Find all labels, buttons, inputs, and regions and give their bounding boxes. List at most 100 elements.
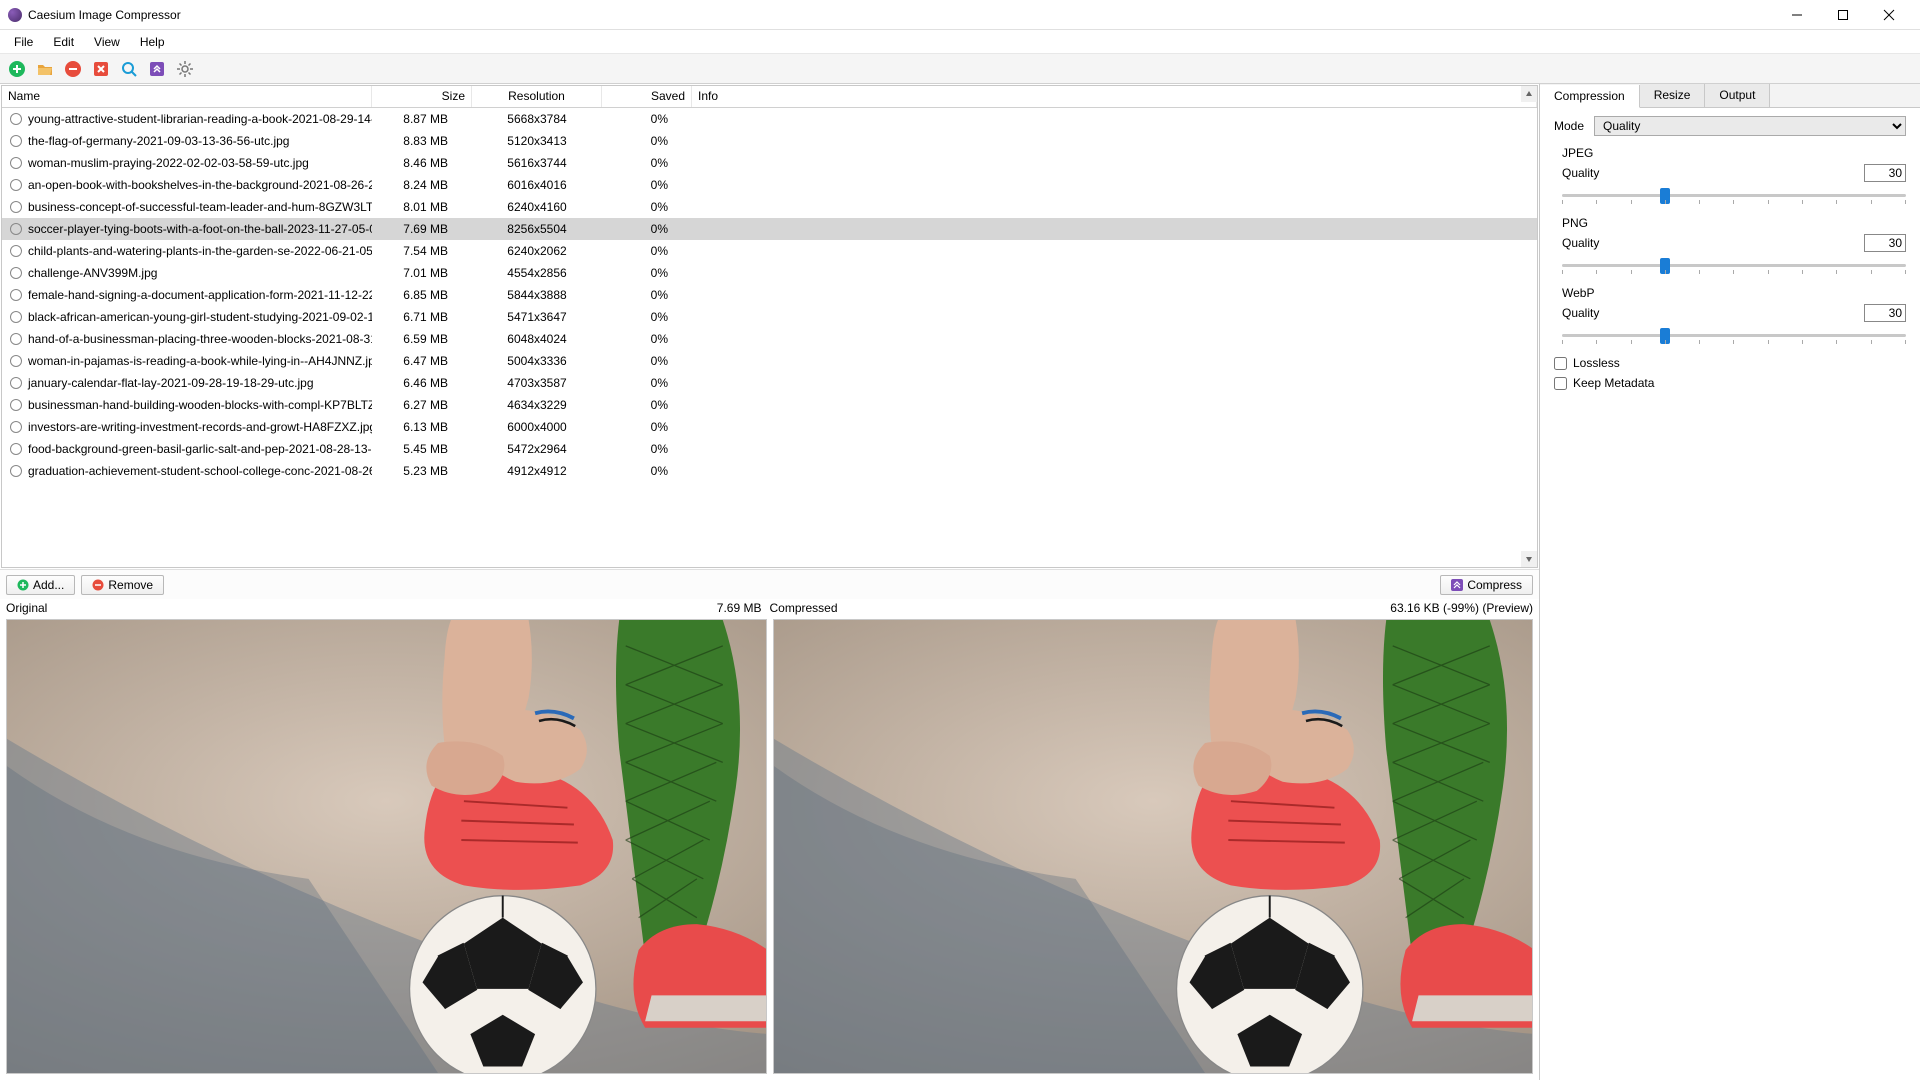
webp-quality-slider[interactable] (1562, 328, 1906, 346)
table-row[interactable]: the-flag-of-germany-2021-09-03-13-36-56-… (2, 130, 1537, 152)
table-row[interactable]: black-african-american-young-girl-studen… (2, 306, 1537, 328)
file-saved: 0% (602, 134, 692, 148)
menu-view[interactable]: View (84, 32, 130, 52)
table-row[interactable]: food-background-green-basil-garlic-salt-… (2, 438, 1537, 460)
compress-icon[interactable] (146, 58, 168, 80)
table-row[interactable]: woman-in-pajamas-is-reading-a-book-while… (2, 350, 1537, 372)
clear-icon[interactable] (90, 58, 112, 80)
file-size: 8.87 MB (372, 112, 472, 126)
webp-quality-input[interactable] (1864, 304, 1906, 322)
png-label: PNG (1562, 216, 1906, 230)
png-quality-label: Quality (1562, 236, 1608, 250)
file-resolution: 5616x3744 (472, 156, 602, 170)
jpeg-quality-input[interactable] (1864, 164, 1906, 182)
menu-help[interactable]: Help (130, 32, 175, 52)
settings-icon[interactable] (174, 58, 196, 80)
table-row[interactable]: businessman-hand-building-wooden-blocks-… (2, 394, 1537, 416)
file-resolution: 6240x4160 (472, 200, 602, 214)
file-saved: 0% (602, 398, 692, 412)
table-row[interactable]: hand-of-a-businessman-placing-three-wood… (2, 328, 1537, 350)
compress-button[interactable]: Compress (1440, 575, 1533, 595)
column-size[interactable]: Size (372, 86, 472, 107)
file-saved: 0% (602, 354, 692, 368)
tab-output[interactable]: Output (1705, 84, 1770, 107)
column-saved[interactable]: Saved (602, 86, 692, 107)
png-quality-slider[interactable] (1562, 258, 1906, 276)
file-table: Name Size Resolution Saved Info young-at… (2, 86, 1537, 567)
table-row[interactable]: business-concept-of-successful-team-lead… (2, 196, 1537, 218)
menu-edit[interactable]: Edit (43, 32, 84, 52)
preview-icon[interactable] (118, 58, 140, 80)
status-icon (10, 223, 22, 235)
status-icon (10, 289, 22, 301)
webp-quality-label: Quality (1562, 306, 1608, 320)
file-saved: 0% (602, 442, 692, 456)
table-row[interactable]: an-open-book-with-bookshelves-in-the-bac… (2, 174, 1537, 196)
original-preview[interactable] (6, 619, 767, 1074)
column-name[interactable]: Name (2, 86, 372, 107)
remove-button[interactable]: Remove (81, 575, 164, 595)
keep-metadata-checkbox[interactable] (1554, 377, 1567, 390)
file-name: investors-are-writing-investment-records… (28, 420, 372, 434)
file-size: 6.27 MB (372, 398, 472, 412)
mode-select[interactable]: Quality (1594, 116, 1906, 136)
file-resolution: 6240x2062 (472, 244, 602, 258)
lossless-checkbox[interactable] (1554, 357, 1567, 370)
status-icon (10, 443, 22, 455)
file-name: graduation-achievement-student-school-co… (28, 464, 372, 478)
app-icon (8, 8, 22, 22)
file-size: 5.45 MB (372, 442, 472, 456)
scroll-down-icon[interactable] (1521, 551, 1537, 567)
table-row[interactable]: soccer-player-tying-boots-with-a-foot-on… (2, 218, 1537, 240)
file-size: 8.01 MB (372, 200, 472, 214)
file-name: challenge-ANV399M.jpg (28, 266, 157, 280)
jpeg-quality-slider[interactable] (1562, 188, 1906, 206)
left-pane: Name Size Resolution Saved Info young-at… (0, 84, 1540, 1080)
table-row[interactable]: investors-are-writing-investment-records… (2, 416, 1537, 438)
remove-icon[interactable] (62, 58, 84, 80)
file-name: business-concept-of-successful-team-lead… (28, 200, 372, 214)
table-row[interactable]: woman-muslim-praying-2022-02-02-03-58-59… (2, 152, 1537, 174)
column-resolution[interactable]: Resolution (472, 86, 602, 107)
file-size: 7.69 MB (372, 222, 472, 236)
tab-resize[interactable]: Resize (1640, 84, 1706, 107)
compressed-preview[interactable] (773, 619, 1534, 1074)
minimize-button[interactable] (1774, 1, 1820, 29)
file-resolution: 5004x3336 (472, 354, 602, 368)
table-row[interactable]: female-hand-signing-a-document-applicati… (2, 284, 1537, 306)
png-quality-input[interactable] (1864, 234, 1906, 252)
compressed-size-info: 63.16 KB (-99%) (Preview) (1390, 601, 1533, 617)
compress-btn-icon (1451, 579, 1463, 591)
file-resolution: 8256x5504 (472, 222, 602, 236)
file-saved: 0% (602, 332, 692, 346)
scroll-up-icon[interactable] (1521, 86, 1537, 102)
file-saved: 0% (602, 464, 692, 478)
maximize-button[interactable] (1820, 1, 1866, 29)
menu-file[interactable]: File (4, 32, 43, 52)
tab-compression[interactable]: Compression (1540, 85, 1640, 108)
table-row[interactable]: january-calendar-flat-lay-2021-09-28-19-… (2, 372, 1537, 394)
table-row[interactable]: challenge-ANV399M.jpg7.01 MB4554x28560% (2, 262, 1537, 284)
file-name: black-african-american-young-girl-studen… (28, 310, 372, 324)
table-row[interactable]: graduation-achievement-student-school-co… (2, 460, 1537, 482)
file-name: female-hand-signing-a-document-applicati… (28, 288, 372, 302)
original-label: Original (6, 601, 47, 617)
lossless-label: Lossless (1573, 356, 1620, 370)
add-button[interactable]: Add... (6, 575, 75, 595)
close-button[interactable] (1866, 1, 1912, 29)
file-size: 6.59 MB (372, 332, 472, 346)
add-icon[interactable] (6, 58, 28, 80)
jpeg-quality-label: Quality (1562, 166, 1608, 180)
file-rows[interactable]: young-attractive-student-librarian-readi… (2, 108, 1537, 567)
file-resolution: 5471x3647 (472, 310, 602, 324)
file-name: january-calendar-flat-lay-2021-09-28-19-… (28, 376, 314, 390)
column-info[interactable]: Info (692, 86, 1537, 107)
add-button-label: Add... (33, 578, 64, 592)
table-row[interactable]: child-plants-and-watering-plants-in-the-… (2, 240, 1537, 262)
file-saved: 0% (602, 222, 692, 236)
file-size: 8.24 MB (372, 178, 472, 192)
open-folder-icon[interactable] (34, 58, 56, 80)
file-name: soccer-player-tying-boots-with-a-foot-on… (28, 222, 372, 236)
table-row[interactable]: young-attractive-student-librarian-readi… (2, 108, 1537, 130)
file-name: food-background-green-basil-garlic-salt-… (28, 442, 372, 456)
